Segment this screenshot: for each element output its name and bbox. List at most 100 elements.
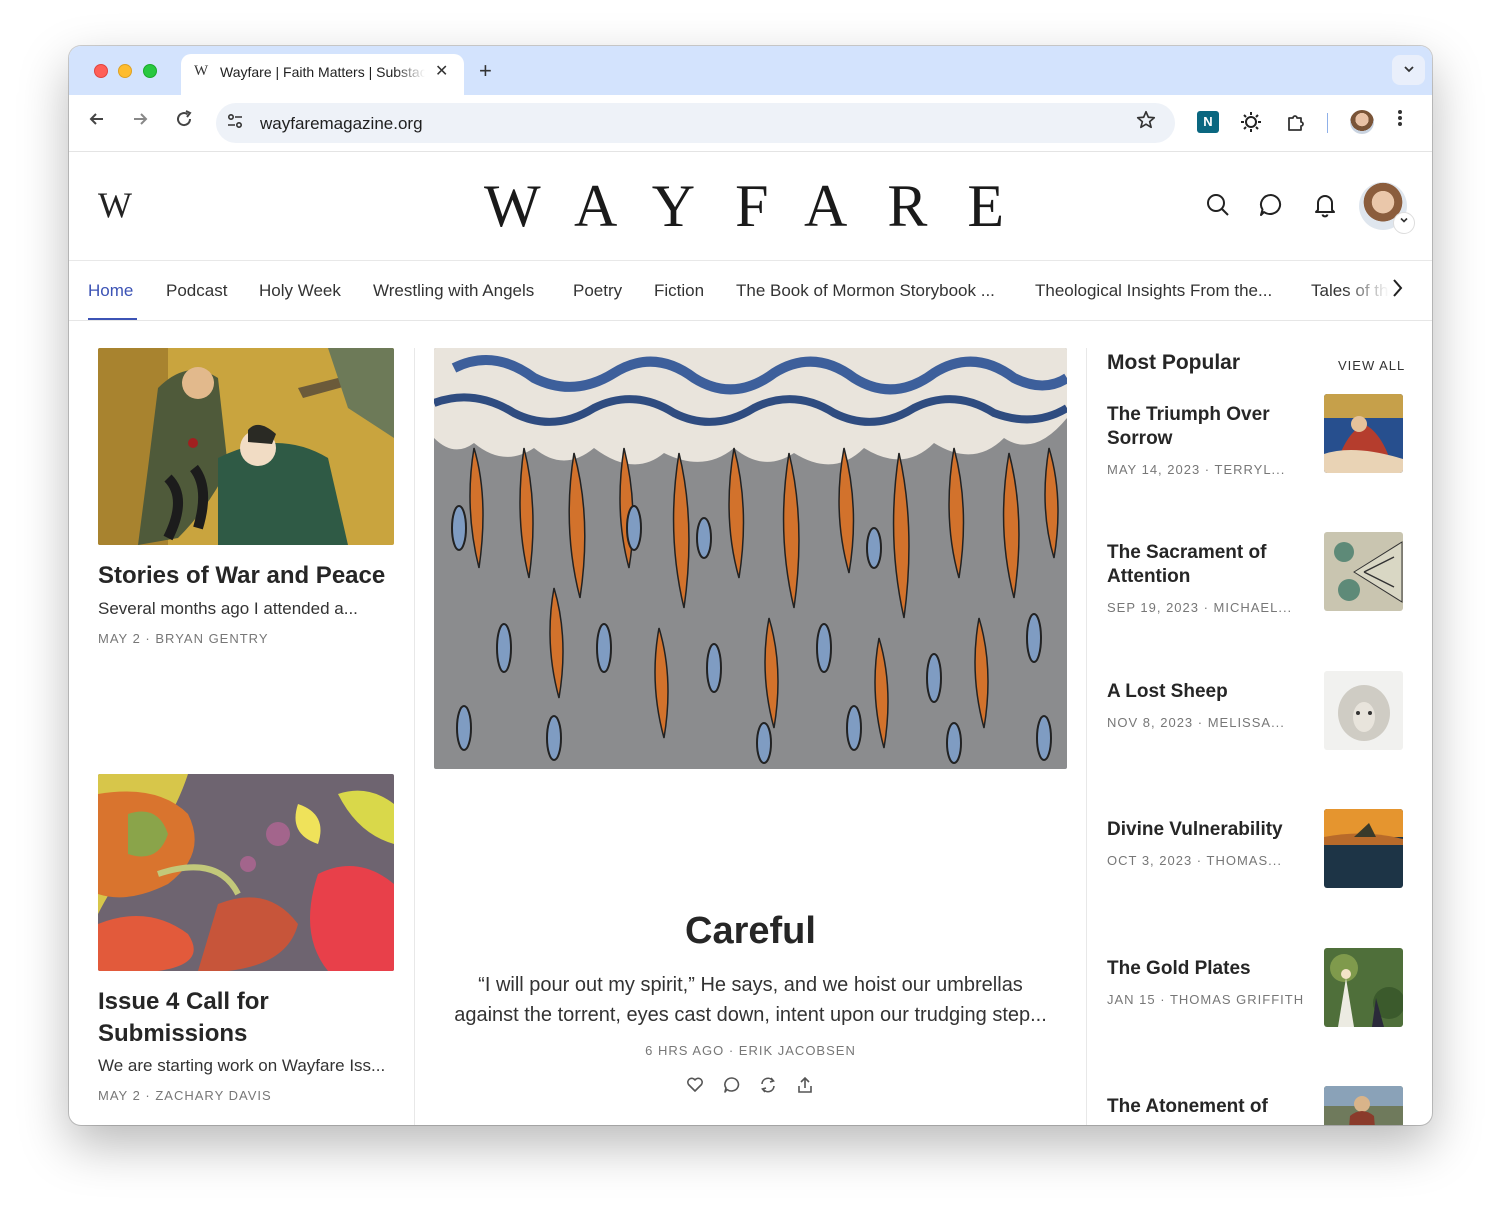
tune-icon <box>227 113 243 129</box>
extensions-puzzle-icon[interactable] <box>1285 111 1307 133</box>
heart-icon <box>687 1077 703 1092</box>
card-meta: MAY 2 · BRYAN GENTRY <box>98 631 269 646</box>
bell-icon <box>1315 195 1335 218</box>
hero-subtitle: “I will pour out my spirit,” He says, an… <box>454 974 1047 1026</box>
post-actions <box>681 1076 821 1100</box>
browser-window: W Wayfare | Faith Matters | Substack ✕ +… <box>69 46 1432 1125</box>
reload-button[interactable] <box>174 109 194 135</box>
hero-meta: 6 HRS AGO · ERIK JACOBSEN <box>645 1043 856 1058</box>
share-button[interactable] <box>796 1076 814 1099</box>
tab-favicon-icon: W <box>194 63 209 79</box>
popular-item-thumbnail[interactable] <box>1324 394 1403 473</box>
chat-button[interactable] <box>1258 192 1284 218</box>
search-button[interactable] <box>1205 192 1231 218</box>
card-subtitle: We are starting work on Wayfare Iss... <box>98 1056 386 1075</box>
back-button[interactable] <box>87 109 107 135</box>
nav-item-tales[interactable]: Tales of the <box>1311 281 1393 301</box>
minimize-window-button[interactable] <box>118 64 132 78</box>
popular-item-title[interactable]: The Triumph Over Sorrow <box>1107 403 1307 451</box>
tab-title: Wayfare | Faith Matters | Substack <box>220 64 425 80</box>
card-title[interactable]: Issue 4 Call for Submissions <box>98 986 398 1050</box>
popular-item-title[interactable]: The Gold Plates <box>1107 957 1307 981</box>
nav-item-theological-insights[interactable]: Theological Insights From the... <box>1035 281 1272 301</box>
nav-item-wrestling-with-angels[interactable]: Wrestling with Angels <box>373 281 534 301</box>
section-nav: Home Podcast Holy Week Wrestling with An… <box>69 261 1432 321</box>
hero-image[interactable] <box>434 348 1067 769</box>
restack-icon <box>761 1077 775 1093</box>
popular-item[interactable]: The Atonement of <box>1107 1086 1403 1125</box>
popular-item[interactable]: The Sacrament of Attention SEP 19, 2023 … <box>1107 532 1403 661</box>
kebab-menu-icon <box>1398 110 1402 126</box>
popular-item[interactable]: The Triumph Over Sorrow MAY 14, 2023 · T… <box>1107 394 1403 523</box>
popular-item-title[interactable]: The Atonement of <box>1107 1095 1307 1119</box>
card-subtitle: Several months ago I attended a... <box>98 599 358 618</box>
comment-button[interactable] <box>723 1076 741 1099</box>
tab-active[interactable]: W Wayfare | Faith Matters | Substack ✕ <box>181 54 464 95</box>
chevron-down-icon <box>1403 66 1414 73</box>
popular-item-thumbnail[interactable] <box>1324 532 1403 611</box>
tab-strip: W Wayfare | Faith Matters | Substack ✕ + <box>69 46 1432 95</box>
nav-item-poetry[interactable]: Poetry <box>573 281 622 301</box>
new-tab-button[interactable]: + <box>479 58 492 84</box>
popular-item-title[interactable]: The Sacrament of Attention <box>1107 541 1307 589</box>
popular-item-thumbnail[interactable] <box>1324 1086 1403 1125</box>
popular-item-meta: JAN 15 · THOMAS GRIFFITH <box>1107 992 1305 1007</box>
card-meta: MAY 2 · ZACHARY DAVIS <box>98 1088 272 1103</box>
nav-item-home[interactable]: Home <box>88 281 133 301</box>
active-tab-indicator <box>88 318 137 320</box>
back-icon <box>89 113 103 125</box>
site-settings-button[interactable] <box>226 112 244 135</box>
card-title[interactable]: Stories of War and Peace <box>98 560 398 592</box>
restack-button[interactable] <box>759 1076 777 1099</box>
popular-item-meta: OCT 3, 2023 · THOMAS... <box>1107 853 1282 868</box>
profile-avatar[interactable] <box>1350 110 1374 134</box>
nav-item-fiction[interactable]: Fiction <box>654 281 704 301</box>
site-header: W WAYFARE <box>69 152 1432 261</box>
column-divider-right <box>1086 348 1087 1125</box>
view-all-link[interactable]: VIEW ALL <box>1338 358 1405 373</box>
url-text[interactable]: wayfaremagazine.org <box>260 114 423 134</box>
popular-item-thumbnail[interactable] <box>1324 809 1403 888</box>
popular-item-meta: NOV 8, 2023 · MELISSA... <box>1107 715 1285 730</box>
nav-item-book-of-mormon-storybook[interactable]: The Book of Mormon Storybook ... <box>736 281 995 301</box>
column-divider-left <box>414 348 415 1125</box>
close-window-button[interactable] <box>94 64 108 78</box>
address-bar[interactable]: wayfaremagazine.org <box>216 103 1175 143</box>
extension-sun-icon[interactable] <box>1240 111 1262 133</box>
forward-icon <box>134 113 148 125</box>
forward-button[interactable] <box>130 109 150 135</box>
nav-scroll-right-button[interactable] <box>1391 277 1405 305</box>
search-icon <box>1207 194 1229 216</box>
card-image-war-and-peace[interactable] <box>98 348 394 545</box>
chevron-down-icon[interactable] <box>1393 212 1415 234</box>
site-logo[interactable]: W <box>98 184 132 226</box>
popular-item-meta: MAY 14, 2023 · TERRYL... <box>1107 462 1286 477</box>
hero-title[interactable]: Careful <box>434 910 1067 953</box>
popular-item-thumbnail[interactable] <box>1324 948 1403 1027</box>
popular-item[interactable]: Divine Vulnerability OCT 3, 2023 · THOMA… <box>1107 809 1403 938</box>
maximize-window-button[interactable] <box>143 64 157 78</box>
nav-item-podcast[interactable]: Podcast <box>166 281 227 301</box>
star-icon <box>1136 110 1156 129</box>
close-icon[interactable]: ✕ <box>435 61 448 81</box>
notifications-button[interactable] <box>1312 192 1338 218</box>
popular-item-thumbnail[interactable] <box>1324 671 1403 750</box>
chevron-right-icon <box>1393 279 1403 297</box>
card-image-call-for-submissions[interactable] <box>98 774 394 971</box>
bookmark-button[interactable] <box>1135 109 1157 137</box>
nav-item-holy-week[interactable]: Holy Week <box>259 281 341 301</box>
tab-search-button[interactable] <box>1392 55 1425 85</box>
site-wordmark[interactable]: WAYFARE <box>484 172 1024 241</box>
popular-item-meta: SEP 19, 2023 · MICHAEL... <box>1107 600 1293 615</box>
popular-item[interactable]: A Lost Sheep NOV 8, 2023 · MELISSA... <box>1107 671 1403 800</box>
browser-toolbar: wayfaremagazine.org N <box>69 95 1432 152</box>
extension-button[interactable]: N <box>1197 111 1219 133</box>
comment-icon <box>724 1077 740 1093</box>
popular-item-title[interactable]: Divine Vulnerability <box>1107 818 1307 842</box>
popular-item[interactable]: The Gold Plates JAN 15 · THOMAS GRIFFITH <box>1107 948 1403 1077</box>
comment-icon <box>1260 194 1282 216</box>
browser-menu-button[interactable] <box>1396 108 1404 134</box>
like-button[interactable] <box>686 1076 704 1099</box>
toolbar-divider <box>1327 113 1328 133</box>
popular-item-title[interactable]: A Lost Sheep <box>1107 680 1307 704</box>
